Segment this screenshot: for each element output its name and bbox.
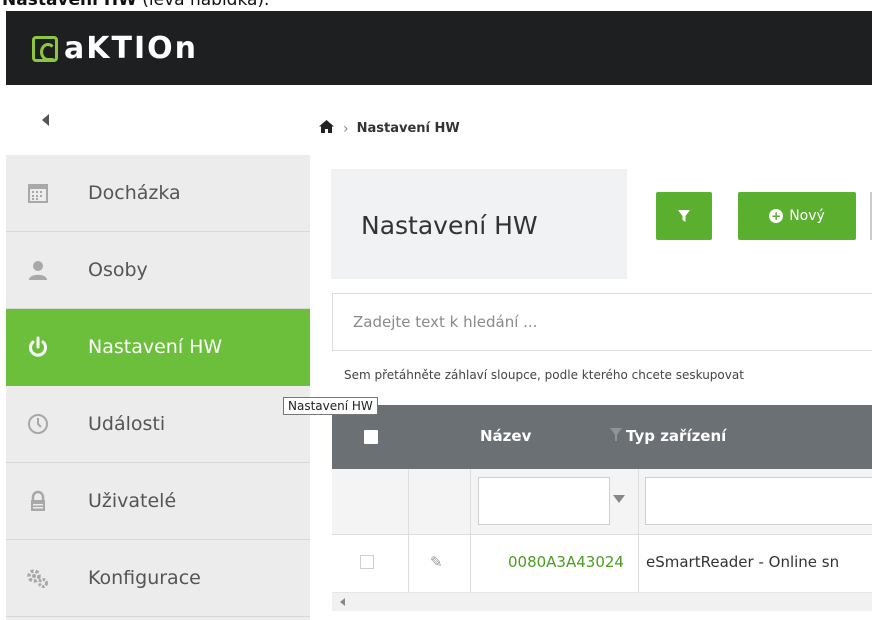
row-checkbox[interactable] bbox=[360, 555, 374, 569]
gears-icon bbox=[26, 566, 50, 590]
device-type: eSmartReader - Online sn bbox=[646, 553, 840, 571]
page-title: Nastavení HW bbox=[361, 211, 538, 240]
sidebar-item-osoby[interactable]: Osoby bbox=[6, 232, 310, 309]
sidebar-item-label: Nastavení HW bbox=[88, 336, 223, 358]
caption-text: Nastavení HW (levá nabídka). bbox=[2, 0, 270, 10]
column-filter-icon[interactable] bbox=[610, 428, 622, 441]
grid-filter-row bbox=[332, 469, 872, 535]
column-divider bbox=[470, 469, 471, 534]
device-name-link[interactable]: 0080A3A43024 bbox=[508, 553, 624, 571]
sidebar-item-label: Uživatelé bbox=[88, 490, 177, 512]
scroll-left-icon[interactable] bbox=[340, 598, 345, 606]
sidebar-item-nastaveni-hw[interactable]: Nastavení HW bbox=[6, 309, 310, 386]
column-divider bbox=[408, 535, 409, 592]
column-header-name[interactable]: Název bbox=[480, 427, 531, 445]
sidebar-collapse-button[interactable] bbox=[6, 85, 310, 155]
aktion-logo-icon bbox=[32, 35, 58, 62]
sidebar-item-uzivatele[interactable]: Uživatelé bbox=[6, 463, 310, 540]
sidebar-item-label: Osoby bbox=[88, 259, 148, 281]
chevron-left-icon bbox=[42, 114, 49, 126]
grid-header: Název Typ zařízení bbox=[332, 405, 872, 469]
pencil-icon[interactable]: ✎ bbox=[430, 553, 443, 571]
aktion-logo[interactable]: aKTIOn bbox=[32, 31, 198, 66]
lock-icon bbox=[26, 489, 50, 513]
clock-icon bbox=[26, 412, 50, 436]
horizontal-scrollbar[interactable] bbox=[332, 593, 872, 611]
search-input[interactable] bbox=[333, 294, 872, 350]
breadcrumb-separator-icon: › bbox=[343, 120, 349, 137]
filter-icon bbox=[678, 210, 690, 222]
new-button-label: Nový bbox=[789, 208, 825, 224]
type-filter-input[interactable] bbox=[645, 477, 872, 525]
sidebar-item-label: Docházka bbox=[88, 182, 181, 204]
sidebar-item-udalosti[interactable]: Události bbox=[6, 386, 310, 463]
calendar-icon bbox=[26, 181, 50, 205]
group-hint: Sem přetáhněte záhlaví sloupce, podle kt… bbox=[344, 368, 744, 382]
home-icon[interactable] bbox=[318, 119, 335, 138]
column-divider bbox=[470, 535, 471, 592]
breadcrumb-current: Nastavení HW bbox=[356, 121, 460, 136]
column-header-type[interactable]: Typ zařízení bbox=[626, 427, 726, 445]
filter-button[interactable] bbox=[656, 192, 712, 240]
devices-grid: Název Typ zařízení ✎ 0080A3A43024 eSmart… bbox=[332, 405, 872, 620]
page-title-box: Nastavení HW bbox=[331, 169, 627, 279]
sidebar-nav: Docházka Osoby Nastavení HW Události Uži… bbox=[6, 155, 310, 617]
new-button[interactable]: + Nový bbox=[738, 192, 856, 240]
power-icon bbox=[26, 335, 50, 359]
column-divider bbox=[408, 469, 409, 534]
person-icon bbox=[26, 258, 50, 282]
column-divider bbox=[638, 535, 639, 592]
main-content: › Nastavení HW Nastavení HW + Nový Sem p… bbox=[310, 85, 872, 620]
sidebar-item-label: Události bbox=[88, 413, 166, 435]
app-header: aKTIOn bbox=[6, 11, 872, 85]
sidebar-item-label: Konfigurace bbox=[88, 567, 201, 589]
sidebar: Docházka Osoby Nastavení HW Události Uži… bbox=[6, 85, 310, 620]
table-row[interactable]: ✎ 0080A3A43024 eSmartReader - Online sn bbox=[332, 535, 872, 593]
sidebar-item-dochazka[interactable]: Docházka bbox=[6, 155, 310, 232]
select-all-checkbox[interactable] bbox=[364, 430, 378, 444]
sidebar-tooltip: Nastavení HW bbox=[283, 397, 378, 415]
filter-funnel-icon[interactable] bbox=[613, 495, 625, 503]
logo-text: aKTIOn bbox=[64, 31, 198, 66]
search-box bbox=[332, 293, 872, 351]
column-divider bbox=[638, 469, 639, 534]
name-filter-input[interactable] bbox=[478, 477, 610, 525]
breadcrumb: › Nastavení HW bbox=[318, 119, 460, 138]
sidebar-item-konfigurace[interactable]: Konfigurace bbox=[6, 540, 310, 617]
plus-circle-icon: + bbox=[769, 209, 784, 223]
top-caption: Nastavení HW (levá nabídka). bbox=[0, 0, 872, 11]
